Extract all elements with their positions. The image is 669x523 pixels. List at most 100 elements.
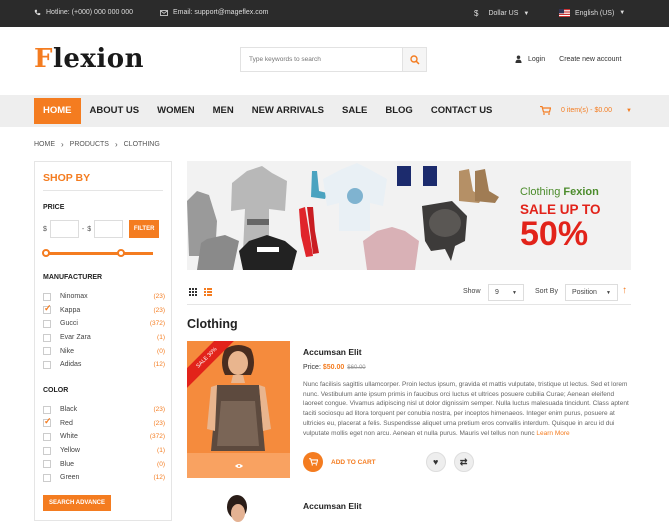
color-option[interactable]: Blue (0) [43,457,165,471]
wishlist-button[interactable]: ♥ [425,452,446,472]
color-option[interactable]: Yellow (1) [43,444,165,458]
quick-view-button[interactable] [187,453,290,478]
min-price-input[interactable] [49,220,79,238]
nav-item-home[interactable]: HOME [34,98,81,124]
manufacturer-option[interactable]: Kappa(23) [43,303,165,318]
search-advance-button[interactable]: SEARCH ADVANCE [43,495,111,511]
chevron-down-icon: ▼ [523,10,530,17]
grid-view-icon[interactable] [189,288,197,296]
search-button[interactable] [402,48,426,71]
cart-summary: 0 item(s) - $0.00 [561,107,612,114]
nav-item-new-arrivals[interactable]: NEW ARRIVALS [243,98,333,124]
product-image[interactable] [187,493,290,523]
manufacturer-option[interactable]: Evar Zara (1) [43,331,165,345]
range-dash: - [81,225,85,233]
mini-cart[interactable]: 0 item(s) - $0.00 ▼ [540,106,632,115]
sort-direction-icon[interactable]: ↑ [622,285,627,296]
sort-select[interactable]: Position ▼ [565,284,618,301]
logo[interactable]: Flexion [34,44,144,74]
currency-label: Dollar US [488,10,519,17]
product-description: Nunc facilisis sagittis ullamcorper. Pro… [303,381,629,437]
learn-more-link[interactable]: Learn More [536,430,569,437]
breadcrumb-clothing: CLOTHING [123,141,160,148]
checkbox[interactable] [43,473,51,482]
nav-item-sale[interactable]: SALE [333,98,376,124]
list-view-icon[interactable] [204,288,212,296]
product-image[interactable]: SALE 30% [187,341,290,478]
login-link[interactable]: Login [528,56,545,63]
price-range: $ - $ FILTER [43,220,160,238]
price-slider[interactable] [42,249,153,257]
currency-switcher[interactable]: $ Dollar US ▼ [474,9,529,18]
show-select[interactable]: 9 ▼ [488,284,524,301]
chevron-down-icon: ▼ [625,107,632,114]
model-photo [227,495,247,522]
search-bar [240,47,427,72]
color-option[interactable]: Black (23) [43,403,165,417]
color-option[interactable]: Green (12) [43,471,165,485]
checkbox[interactable] [43,292,51,301]
main-nav: HOME ABOUT US WOMEN MEN NEW ARRIVALS SAL… [0,95,669,127]
create-account-link[interactable]: Create new account [559,56,621,63]
filter-button[interactable]: FILTER [129,220,160,238]
language-switcher[interactable]: English (US) ▼ [559,9,625,17]
nav-item-contact-us[interactable]: CONTACT US [422,98,502,124]
chevron-down-icon: ▼ [619,10,626,16]
manufacturer-option[interactable]: Adidas (12) [43,358,165,372]
checkbox[interactable] [43,360,51,369]
add-to-cart-label[interactable]: ADD TO CART [331,459,376,466]
email-text: Email: support@mageflex.com [173,9,269,16]
slider-max-handle[interactable] [117,249,125,257]
breadcrumb: HOME › PRODUCTS › CLOTHING [34,140,160,149]
sort-label: Sort By [535,288,558,295]
manufacturer-option[interactable]: Gucci (372) [43,317,165,331]
add-to-cart[interactable]: ADD TO CART ♥ ⇄ [303,452,474,472]
checkbox[interactable] [43,319,51,328]
color-label: COLOR [43,387,69,394]
nav-item-blog[interactable]: BLOG [376,98,421,124]
promo-banner[interactable]: Clothing Fexion SALE UP TO 50% [187,161,631,270]
chevron-down-icon: ▼ [512,289,517,296]
manufacturer-option[interactable]: Ninomax (23) [43,290,165,304]
max-price-input[interactable] [94,220,124,238]
checkbox[interactable] [43,405,51,414]
banner-discount: 50% [520,215,589,253]
mail-icon [160,9,168,16]
checkbox[interactable] [43,432,51,441]
checkbox[interactable] [43,460,51,469]
compare-button[interactable]: ⇄ [453,452,474,472]
hotline-text: Hotline: (+000) 000 000 000 [46,9,133,16]
product-name[interactable]: Accumsan Elit [303,501,362,511]
top-bar: Hotline: (+000) 000 000 000 Email: suppo… [0,0,669,27]
color-option[interactable]: Red(23) [43,416,165,431]
account-links: Login Create new account [515,55,621,63]
product-price: Price: $50.00 $60.00 [303,364,366,371]
chevron-right-icon: › [61,140,64,149]
breadcrumb-products[interactable]: PRODUCTS [70,141,109,148]
email: Email: support@mageflex.com [160,9,268,16]
nav-item-women[interactable]: WOMEN [148,98,203,124]
color-option[interactable]: White (372) [43,430,165,444]
manufacturer-option[interactable]: Nike (0) [43,344,165,358]
checkbox[interactable] [43,333,51,342]
checkbox[interactable] [43,416,52,428]
search-input[interactable] [241,48,402,71]
us-flag-icon [559,9,570,17]
nav-item-men[interactable]: MEN [204,98,243,124]
product-name[interactable]: Accumsan Elit [303,347,362,357]
header: Flexion Login Create new account [0,27,669,95]
cart-icon [540,106,551,115]
category-title: Clothing [187,317,238,331]
phone-icon [34,9,41,16]
checkbox[interactable] [43,303,52,315]
breadcrumb-home[interactable]: HOME [34,141,55,148]
currency-symbol: $ [87,225,92,233]
slider-min-handle[interactable] [42,249,50,257]
add-to-cart-button[interactable] [303,452,323,472]
heart-icon: ♥ [432,457,439,467]
manufacturer-list: Ninomax(23) Kappa(23) Gucci(372) Evar Za… [43,290,165,372]
nav-item-about-us[interactable]: ABOUT US [81,98,149,124]
filter-sidebar: SHOP BY PRICE $ - $ FILTER MANUFACTURER … [34,161,172,521]
checkbox[interactable] [43,347,51,356]
checkbox[interactable] [43,446,51,455]
